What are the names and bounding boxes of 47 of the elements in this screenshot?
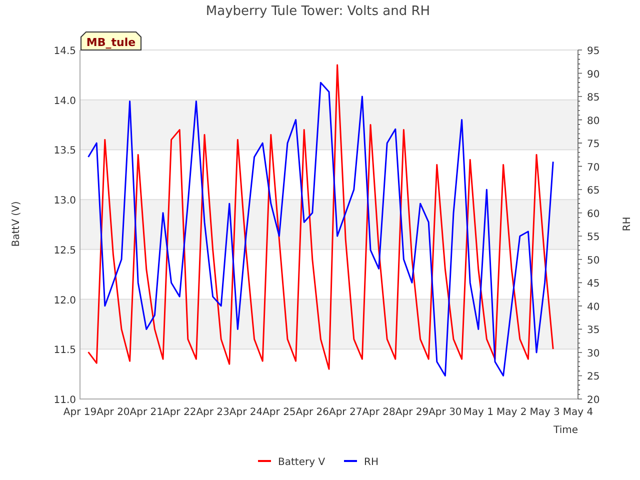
y2-tick-label: 55 — [587, 232, 600, 244]
y2-tick-label: 35 — [587, 325, 600, 336]
y2-tick-label: 40 — [587, 302, 600, 313]
x-tick-label: May 2 — [496, 407, 527, 418]
x-tick-label: Apr 22 — [163, 407, 196, 418]
x-tick-label: Apr 21 — [130, 407, 163, 418]
y2-tick-label: 60 — [587, 208, 600, 220]
x-tick-label: Apr 25 — [262, 407, 296, 418]
x-axis-label: Time — [554, 425, 578, 436]
legend-label: Battery V — [278, 457, 326, 468]
y-tick-label: 14.0 — [54, 96, 76, 107]
y2-tick-label: 65 — [587, 186, 600, 197]
x-tick-label: May 4 — [562, 407, 594, 418]
legend-label: RH — [364, 457, 378, 468]
y2-tick-label: 90 — [587, 69, 600, 80]
x-tick-label: Apr 26 — [296, 407, 329, 418]
y2-tick-label: 95 — [587, 46, 600, 57]
x-tick-label: Apr 28 — [362, 407, 396, 418]
x-tick-label: May 1 — [463, 407, 494, 418]
y2-tick-label: 30 — [587, 348, 600, 360]
y-tick-label: 11.0 — [54, 395, 76, 406]
y-tick-label: 13.0 — [54, 196, 76, 207]
station-label: MB_tule — [80, 32, 142, 50]
y-tick-label: 13.5 — [54, 146, 76, 157]
chart-title: Mayberry Tule Tower: Volts and RH — [206, 4, 430, 19]
y-tick-label: 11.5 — [54, 345, 76, 356]
y2-tick-label: 80 — [587, 116, 600, 127]
x-tick-label: Apr 29 — [395, 407, 429, 418]
y-tick-label: 14.5 — [54, 46, 76, 57]
x-tick-label: Apr 27 — [329, 407, 362, 418]
y2-tick-label: 75 — [587, 139, 600, 150]
y-tick-label: 12.0 — [54, 295, 76, 306]
y2-tick-label: 20 — [587, 395, 600, 406]
x-tick-label: Apr 23 — [196, 407, 230, 418]
x-tick-label: May 3 — [530, 407, 560, 418]
y-tick-label: 12.5 — [54, 245, 76, 256]
y2-tick-label: 45 — [587, 278, 600, 290]
x-tick-label: Apr 20 — [96, 407, 130, 418]
y-axis-label: BattV (V) — [11, 201, 22, 247]
x-tick-label: Apr 30 — [428, 407, 462, 418]
y2-tick-label: 25 — [587, 372, 600, 383]
y2-tick-label: 50 — [587, 255, 600, 266]
x-tick-label: Apr 24 — [229, 407, 263, 418]
x-tick-label: Apr 19 — [63, 407, 97, 418]
y2-tick-label: 85 — [587, 92, 600, 104]
y2-tick-label: 70 — [587, 162, 600, 174]
y2-axis-label: RH — [622, 216, 633, 232]
